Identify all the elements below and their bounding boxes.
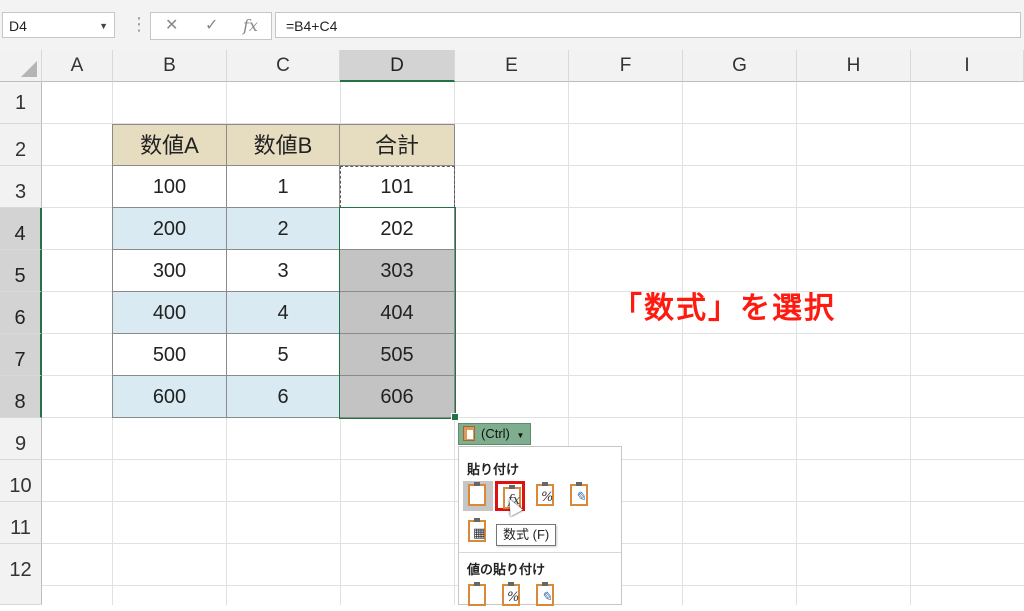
column-header-d[interactable]: D <box>340 50 455 82</box>
table-cell[interactable]: 5 <box>227 334 340 376</box>
table-cell[interactable]: 600 <box>113 376 227 418</box>
column-header-c[interactable]: C <box>227 50 340 82</box>
paste-values-source-format-icon[interactable]: ✎ <box>531 581 561 611</box>
chevron-down-icon: ▼ <box>516 431 525 440</box>
section-paste-label: 貼り付け <box>467 462 520 477</box>
tooltip: 数式 (F) <box>496 524 557 546</box>
section-paste-values-label: 値の貼り付け <box>467 562 546 577</box>
formula-bar: D4 ▼ ⋮ ✕ ✓ fx =B4+C4 <box>0 0 1024 51</box>
more-icon: ⋮ <box>130 14 148 34</box>
enter-icon[interactable]: ✓ <box>205 13 218 39</box>
row-header-11[interactable]: 11 <box>0 502 42 544</box>
table-cell[interactable]: 100 <box>113 166 227 208</box>
row-header-8[interactable]: 8 <box>0 376 42 418</box>
cancel-icon[interactable]: ✕ <box>165 13 178 39</box>
row-header-9[interactable]: 9 <box>0 418 42 460</box>
gridline <box>796 82 797 605</box>
select-all-button[interactable] <box>0 50 42 82</box>
table-cell[interactable]: 200 <box>113 208 227 250</box>
gridline <box>910 82 911 605</box>
row-header-12[interactable]: 12 <box>0 544 42 605</box>
row-header-10[interactable]: 10 <box>0 460 42 502</box>
paste-values-number-format-icon[interactable]: % <box>497 581 527 611</box>
column-header-e[interactable]: E <box>455 50 569 82</box>
menu-divider <box>459 552 621 553</box>
name-box[interactable]: D4 ▼ <box>2 12 115 38</box>
formula-buttons: ✕ ✓ fx <box>150 12 272 40</box>
table-cell[interactable]: 6 <box>227 376 340 418</box>
paste-options-label: (Ctrl) <box>481 426 510 441</box>
paste-keep-source-formatting-icon[interactable]: ✎ <box>565 481 595 511</box>
column-header-g[interactable]: G <box>683 50 797 82</box>
table-header-cell[interactable]: 合計 <box>340 125 455 166</box>
table-cell[interactable]: 300 <box>113 250 227 292</box>
fill-handle[interactable] <box>451 413 459 421</box>
table-header-cell[interactable]: 数値A <box>113 125 227 166</box>
name-box-value: D4 <box>9 18 27 34</box>
row-header-1[interactable]: 1 <box>0 82 42 124</box>
formula-input[interactable]: =B4+C4 <box>275 12 1021 38</box>
annotation-text: 「数式」を選択 <box>612 291 836 326</box>
row-header-2[interactable]: 2 <box>0 124 42 166</box>
column-header-f[interactable]: F <box>569 50 683 82</box>
insert-function-icon[interactable]: fx <box>243 13 258 39</box>
copy-marquee <box>340 166 455 208</box>
paste-options-button[interactable]: (Ctrl) ▼ <box>458 423 531 445</box>
table-cell[interactable]: 1 <box>227 166 340 208</box>
row-header-4[interactable]: 4 <box>0 208 42 250</box>
table-cell[interactable]: 500 <box>113 334 227 376</box>
table-cell[interactable]: 3 <box>227 250 340 292</box>
paste-icon[interactable] <box>463 481 493 511</box>
column-header-i[interactable]: I <box>911 50 1024 82</box>
table-cell[interactable]: 4 <box>227 292 340 334</box>
selection-outline <box>339 207 456 419</box>
row-header-7[interactable]: 7 <box>0 334 42 376</box>
clipboard-icon <box>463 426 475 441</box>
gridline <box>682 82 683 605</box>
row-header-5[interactable]: 5 <box>0 250 42 292</box>
column-header-b[interactable]: B <box>113 50 227 82</box>
table-cell[interactable]: 400 <box>113 292 227 334</box>
paste-values-icon[interactable] <box>463 581 493 611</box>
column-header-h[interactable]: H <box>797 50 911 82</box>
chevron-down-icon[interactable]: ▼ <box>99 13 108 39</box>
row-header-3[interactable]: 3 <box>0 166 42 208</box>
table-cell[interactable]: 2 <box>227 208 340 250</box>
paste-formulas-number-format-icon[interactable]: % <box>531 481 561 511</box>
row-header-6[interactable]: 6 <box>0 292 42 334</box>
paste-no-borders-icon[interactable]: ▦ <box>463 517 493 547</box>
table-header-cell[interactable]: 数値B <box>227 125 340 166</box>
column-header-a[interactable]: A <box>42 50 113 82</box>
